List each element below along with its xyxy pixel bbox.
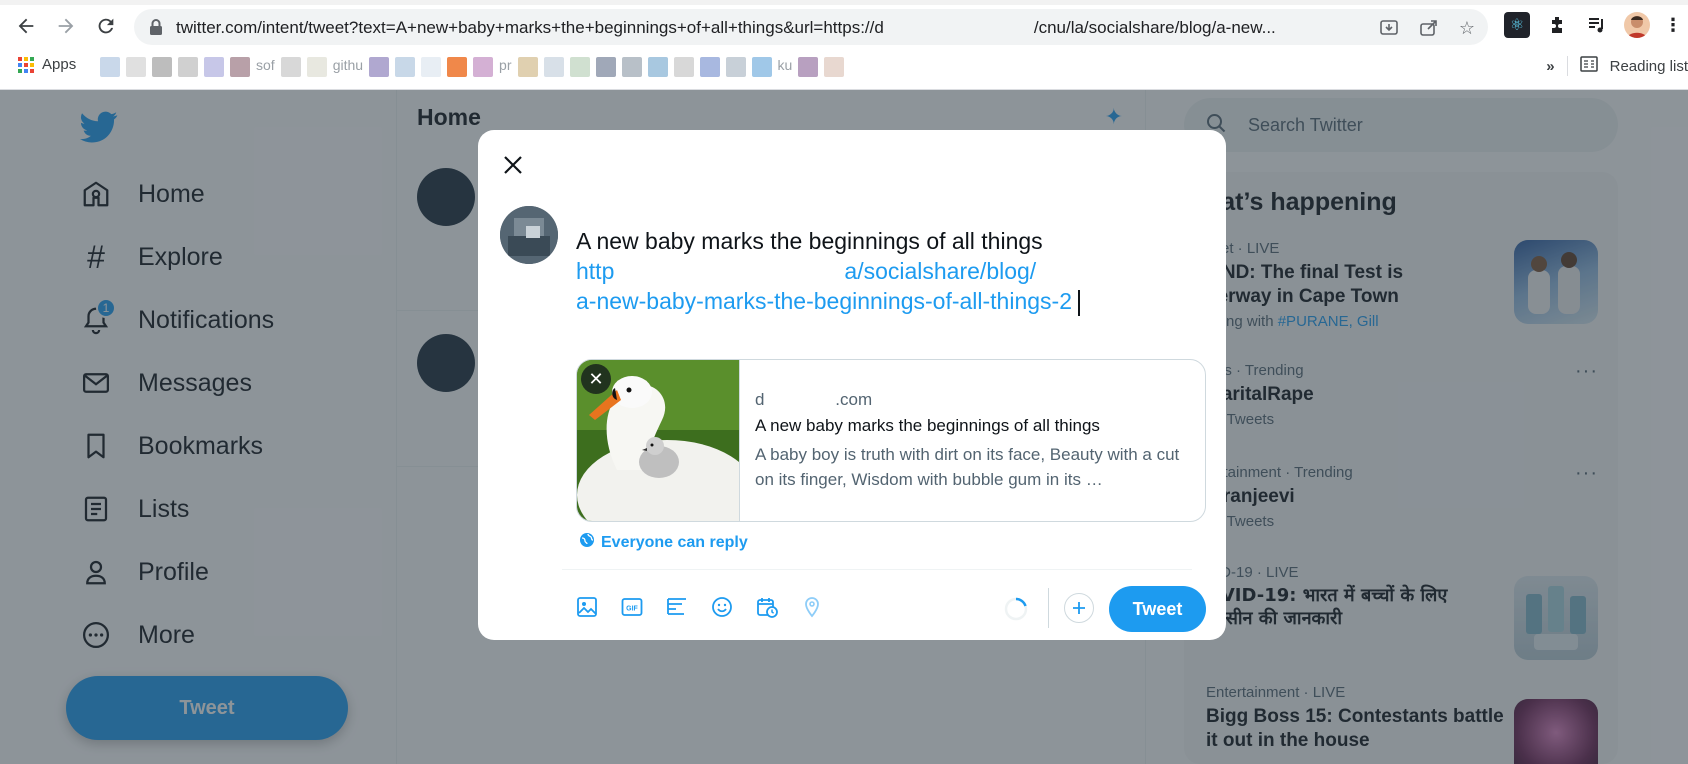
close-icon[interactable] <box>494 146 532 184</box>
bookmark-item[interactable] <box>100 57 120 77</box>
location-icon[interactable] <box>799 594 824 619</box>
bookmark-item[interactable] <box>751 57 772 77</box>
bookmark-item[interactable] <box>126 57 146 77</box>
compose-link-line2: a-new-baby-marks-the-beginnings-of-all-t… <box>576 286 1206 316</box>
text-caret <box>1078 289 1080 316</box>
tweet-textarea[interactable]: A new baby marks the beginnings of all t… <box>576 226 1206 316</box>
bookmark-item[interactable] <box>725 57 746 77</box>
tab-strip-edge <box>0 0 1688 5</box>
avatar[interactable] <box>500 206 558 264</box>
bookmark-label[interactable]: githu <box>333 57 363 77</box>
reply-setting-button[interactable]: Everyone can reply <box>579 532 748 553</box>
profile-avatar[interactable] <box>1624 12 1650 38</box>
bookmark-item[interactable] <box>395 57 416 77</box>
reading-list-icon <box>1579 56 1598 76</box>
link-preview-card[interactable]: ✕ d .com A new baby marks the beginnings… <box>576 359 1206 522</box>
media-icon[interactable] <box>574 594 599 619</box>
bookmark-item[interactable] <box>421 57 442 77</box>
bookmark-item[interactable] <box>517 57 538 77</box>
browser-chrome: twitter.com/intent/tweet?text=A+new+baby… <box>0 0 1688 90</box>
svg-text:GIF: GIF <box>626 605 638 612</box>
reading-list-button[interactable]: Reading list <box>1610 58 1688 75</box>
apps-shortcut[interactable]: Apps <box>18 56 76 73</box>
card-title: A new baby marks the beginnings of all t… <box>755 416 1100 435</box>
bookmark-item[interactable] <box>473 57 494 77</box>
apps-label: Apps <box>42 56 77 73</box>
divider <box>1566 56 1568 76</box>
install-icon[interactable] <box>1378 17 1400 39</box>
url-text: twitter.com/intent/tweet?text=A+new+baby… <box>176 18 1276 37</box>
reply-setting-label: Everyone can reply <box>601 533 748 551</box>
emoji-icon[interactable] <box>709 594 734 619</box>
bookmark-item[interactable] <box>280 57 301 77</box>
bookmarks-overflow-icon[interactable]: » <box>1546 58 1554 75</box>
reload-icon[interactable] <box>92 12 120 40</box>
bookmark-item[interactable] <box>369 57 390 77</box>
bookmark-item[interactable] <box>824 57 845 77</box>
bookmark-item[interactable] <box>204 57 224 77</box>
media-control-icon[interactable] <box>1584 12 1610 38</box>
bookmark-item[interactable] <box>152 57 172 77</box>
divider <box>1048 588 1049 628</box>
divider <box>562 569 1192 570</box>
card-description: A baby boy is truth with dirt on its fac… <box>755 445 1180 489</box>
card-body: d .com A new baby marks the beginnings o… <box>755 390 1195 492</box>
bookmark-label[interactable]: pr <box>499 57 511 77</box>
bookmark-item[interactable] <box>543 57 564 77</box>
compose-text: A new baby marks the beginnings of all t… <box>576 228 1043 254</box>
bookmark-items: sof githu pr ku <box>100 57 845 77</box>
bookmark-item[interactable] <box>798 57 819 77</box>
bookmarks-bar: Apps sof githu pr ku » Reading list <box>0 52 1688 82</box>
compose-tweet-modal: A new baby marks the beginnings of all t… <box>478 130 1226 640</box>
bookmarks-right: » Reading list <box>1546 56 1688 76</box>
share-icon[interactable] <box>1418 17 1440 39</box>
bookmark-item[interactable] <box>447 57 468 77</box>
bookmark-item[interactable] <box>673 57 694 77</box>
tweet-button[interactable]: Tweet <box>1109 586 1206 632</box>
gif-icon[interactable]: GIF <box>619 594 644 619</box>
star-icon[interactable]: ☆ <box>1456 17 1478 39</box>
bookmark-item[interactable] <box>569 57 590 77</box>
compose-link: http a/socialshare/blog/ <box>576 258 1037 284</box>
bookmark-item[interactable] <box>595 57 616 77</box>
card-domain: d .com <box>755 390 873 409</box>
react-devtools-icon[interactable]: ⚛ <box>1504 12 1530 38</box>
compose-toolbar: GIF <box>574 594 824 619</box>
extensions-icon[interactable] <box>1545 12 1571 38</box>
bookmark-item[interactable] <box>230 57 250 77</box>
bookmark-label[interactable]: ku <box>778 57 793 77</box>
globe-icon <box>579 532 595 553</box>
lock-icon <box>148 18 166 36</box>
schedule-icon[interactable] <box>754 594 779 619</box>
character-count-ring <box>1003 596 1029 622</box>
remove-card-icon[interactable]: ✕ <box>581 364 611 394</box>
add-tweet-button[interactable] <box>1064 593 1094 623</box>
card-image: ✕ <box>577 360 740 521</box>
bookmark-item[interactable] <box>647 57 668 77</box>
bookmark-item[interactable] <box>699 57 720 77</box>
poll-icon[interactable] <box>664 594 689 619</box>
forward-icon[interactable] <box>52 12 80 40</box>
address-bar[interactable]: twitter.com/intent/tweet?text=A+new+baby… <box>134 9 1488 45</box>
bookmark-item[interactable] <box>621 57 642 77</box>
bookmark-item[interactable] <box>306 57 327 77</box>
back-icon[interactable] <box>12 12 40 40</box>
bookmark-item[interactable] <box>178 57 198 77</box>
bookmark-label[interactable]: sof <box>256 57 275 77</box>
apps-grid-icon <box>18 56 34 73</box>
menu-kebab-icon[interactable]: ⋮ <box>1660 12 1686 38</box>
